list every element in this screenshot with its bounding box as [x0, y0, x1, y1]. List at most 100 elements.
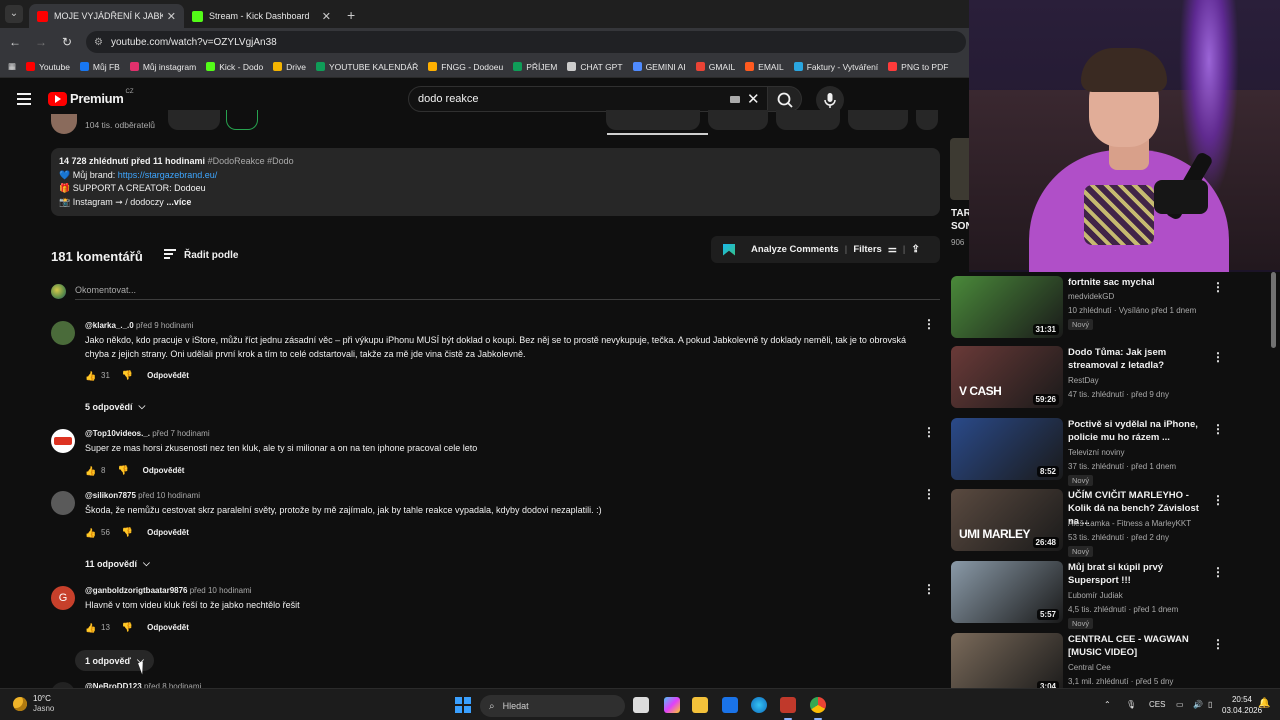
video-thumbnail[interactable]: 5:57: [951, 561, 1063, 623]
video-title[interactable]: Poctivě si vydělal na iPhone, policie mu…: [1068, 418, 1208, 444]
related-video-card[interactable]: UMI MARLEY 26:48 UČÍM CVIČIT MARLEYHO - Ko…: [950, 485, 1270, 557]
network-icon[interactable]: ▭: [1176, 700, 1184, 709]
thanks-button[interactable]: [226, 110, 258, 130]
add-comment[interactable]: Okomentovat...: [51, 283, 940, 301]
sidebar-partial-card[interactable]: TAR SON 906: [950, 110, 973, 247]
video-thumbnail[interactable]: 8:52: [951, 418, 1063, 480]
comment-author[interactable]: @klarka_._.0: [85, 321, 134, 330]
related-video-card[interactable]: 8:52 Poctivě si vydělal na iPhone, polici…: [950, 414, 1270, 486]
app-icon[interactable]: [780, 697, 796, 720]
file-explorer-icon[interactable]: [692, 697, 708, 713]
comment-time[interactable]: před 10 hodinami: [138, 491, 200, 500]
video-more-icon[interactable]: ⋮: [1212, 350, 1224, 364]
close-tab-icon[interactable]: ✕: [167, 10, 176, 23]
subscribed-button[interactable]: [168, 110, 220, 130]
video-channel[interactable]: Televizní noviny: [1068, 448, 1124, 457]
video-more-icon[interactable]: ⋮: [1212, 422, 1224, 436]
language-indicator[interactable]: CES: [1149, 700, 1165, 709]
bookmark-item[interactable]: GMAIL: [695, 62, 735, 72]
volume-icon[interactable]: 🔊: [1193, 700, 1203, 709]
bookmark-item[interactable]: GEMINI AI: [632, 62, 686, 72]
weather-widget[interactable]: 10°C Jasno: [13, 694, 54, 714]
comment-author[interactable]: @silikon7875: [85, 491, 136, 500]
analyze-comments-button[interactable]: Analyze Comments: [751, 244, 839, 255]
task-view-icon[interactable]: [633, 697, 649, 713]
bookmark-item[interactable]: Kick - Dodo: [206, 62, 263, 72]
video-thumbnail[interactable]: 31:31: [951, 276, 1063, 338]
bookmark-item[interactable]: EMAIL: [745, 62, 784, 72]
filters-button[interactable]: Filters: [853, 244, 882, 255]
battery-icon[interactable]: ▯: [1208, 700, 1212, 709]
tray-chevron-icon[interactable]: ⌃: [1104, 700, 1111, 709]
share-button[interactable]: [708, 110, 768, 130]
video-more-icon[interactable]: ⋮: [1212, 280, 1224, 294]
reply-button[interactable]: Odpovědět: [147, 528, 189, 537]
brand-link[interactable]: https://stargazebrand.eu/: [118, 170, 218, 180]
thumb-down-icon[interactable]: 👎: [122, 622, 133, 633]
bookmark-item[interactable]: Drive: [273, 62, 306, 72]
back-arrow-icon[interactable]: ←: [4, 35, 26, 49]
bookmark-item[interactable]: Youtube: [26, 62, 70, 72]
comment-time[interactable]: před 9 hodinami: [136, 321, 193, 330]
bookmark-item[interactable]: Můj FB: [79, 62, 120, 72]
video-channel[interactable]: RestDay: [1068, 376, 1099, 385]
tab-kick[interactable]: Stream - Kick Dashboard ✕: [184, 4, 339, 28]
video-thumbnail[interactable]: UMI MARLEY 26:48: [951, 489, 1063, 551]
outlook-icon[interactable]: [722, 697, 738, 713]
related-video-card[interactable]: V CASH 59:26 Dodo Tůma: Jak jsem streamova…: [950, 342, 1270, 408]
video-more-icon[interactable]: ⋮: [1212, 493, 1224, 507]
forward-arrow-icon[interactable]: →: [30, 35, 52, 49]
video-channel[interactable]: Ľubomír Judiak: [1068, 591, 1123, 600]
commenter-avatar[interactable]: [51, 321, 75, 345]
bookmark-item[interactable]: Můj instagram: [129, 62, 196, 72]
edge-icon[interactable]: [751, 697, 767, 713]
commenter-avatar[interactable]: [51, 491, 75, 515]
menu-icon[interactable]: [17, 93, 31, 105]
search-button[interactable]: [768, 86, 802, 112]
video-thumbnail[interactable]: V CASH 59:26: [951, 346, 1063, 408]
apps-grid-icon[interactable]: ▦: [8, 61, 16, 72]
close-tab-icon[interactable]: ✕: [322, 10, 331, 23]
bookmark-item[interactable]: YOUTUBE KALENDÁŘ: [316, 62, 418, 72]
video-title[interactable]: fortnite sac mychal: [1068, 276, 1208, 289]
reply-button[interactable]: Odpovědět: [147, 371, 189, 380]
video-channel[interactable]: Aleš Lamka - Fitness a MarleyKKT: [1068, 519, 1191, 528]
commenter-avatar[interactable]: G: [51, 586, 75, 610]
comment-more-icon[interactable]: ⋮: [923, 583, 935, 595]
keyboard-icon[interactable]: [730, 96, 740, 103]
comment-more-icon[interactable]: ⋮: [923, 426, 935, 438]
reload-icon[interactable]: ↻: [56, 35, 78, 49]
related-video-card[interactable]: 31:31 fortnite sac mychal medvidekGD 10 zhl…: [950, 272, 1270, 338]
clear-search-icon[interactable]: ✕: [747, 90, 760, 108]
video-title[interactable]: Můj brat si kúpil prvý Supersport !!!: [1068, 561, 1208, 587]
video-title[interactable]: CENTRAL CEE - WAGWAN [MUSIC VIDEO]: [1068, 633, 1208, 659]
new-tab-button[interactable]: +: [347, 7, 355, 23]
export-icon[interactable]: ⇪: [911, 244, 919, 255]
save-button[interactable]: [776, 110, 840, 130]
video-more-icon[interactable]: ⋮: [1212, 637, 1224, 651]
youtube-premium-logo[interactable]: Premium CZ: [48, 89, 134, 106]
more-actions-button[interactable]: [916, 110, 938, 130]
hashtags[interactable]: #DodoReakce #Dodo: [208, 156, 294, 166]
thumb-up-icon[interactable]: 👍: [85, 528, 96, 538]
view-replies-button[interactable]: 5 odpovědí ⌵: [85, 401, 145, 412]
thumb-down-icon[interactable]: 👎: [117, 465, 128, 476]
bookmark-item[interactable]: PNG to PDF: [888, 62, 948, 72]
copilot-icon[interactable]: [664, 697, 680, 713]
video-channel[interactable]: Central Cee: [1068, 663, 1111, 672]
comment-author[interactable]: @Top10videos._.: [85, 429, 150, 438]
notification-icon[interactable]: 🔔: [1258, 698, 1270, 709]
taskbar-search[interactable]: ⌕ Hledat: [480, 695, 625, 717]
site-settings-icon[interactable]: ⚙: [94, 37, 103, 48]
tab-search-button[interactable]: ⌄: [5, 5, 23, 23]
thumb-up-icon[interactable]: 👍: [85, 371, 96, 381]
commenter-avatar[interactable]: [51, 429, 75, 453]
channel-avatar[interactable]: [51, 114, 77, 134]
comment-author[interactable]: @ganboldzorigtbaatar9876: [85, 586, 188, 595]
bookmark-item[interactable]: Faktury - Vytváření: [793, 62, 878, 72]
tab-youtube[interactable]: MOJE VYJÁDŘENÍ K JABKOLEVNĚ ✕: [29, 4, 184, 28]
thumb-down-icon[interactable]: 👎: [122, 527, 133, 538]
thumb-down-icon[interactable]: 👎: [122, 370, 133, 381]
video-thumbnail[interactable]: 3:04: [951, 633, 1063, 688]
bookmark-item[interactable]: CHAT GPT: [567, 62, 623, 72]
